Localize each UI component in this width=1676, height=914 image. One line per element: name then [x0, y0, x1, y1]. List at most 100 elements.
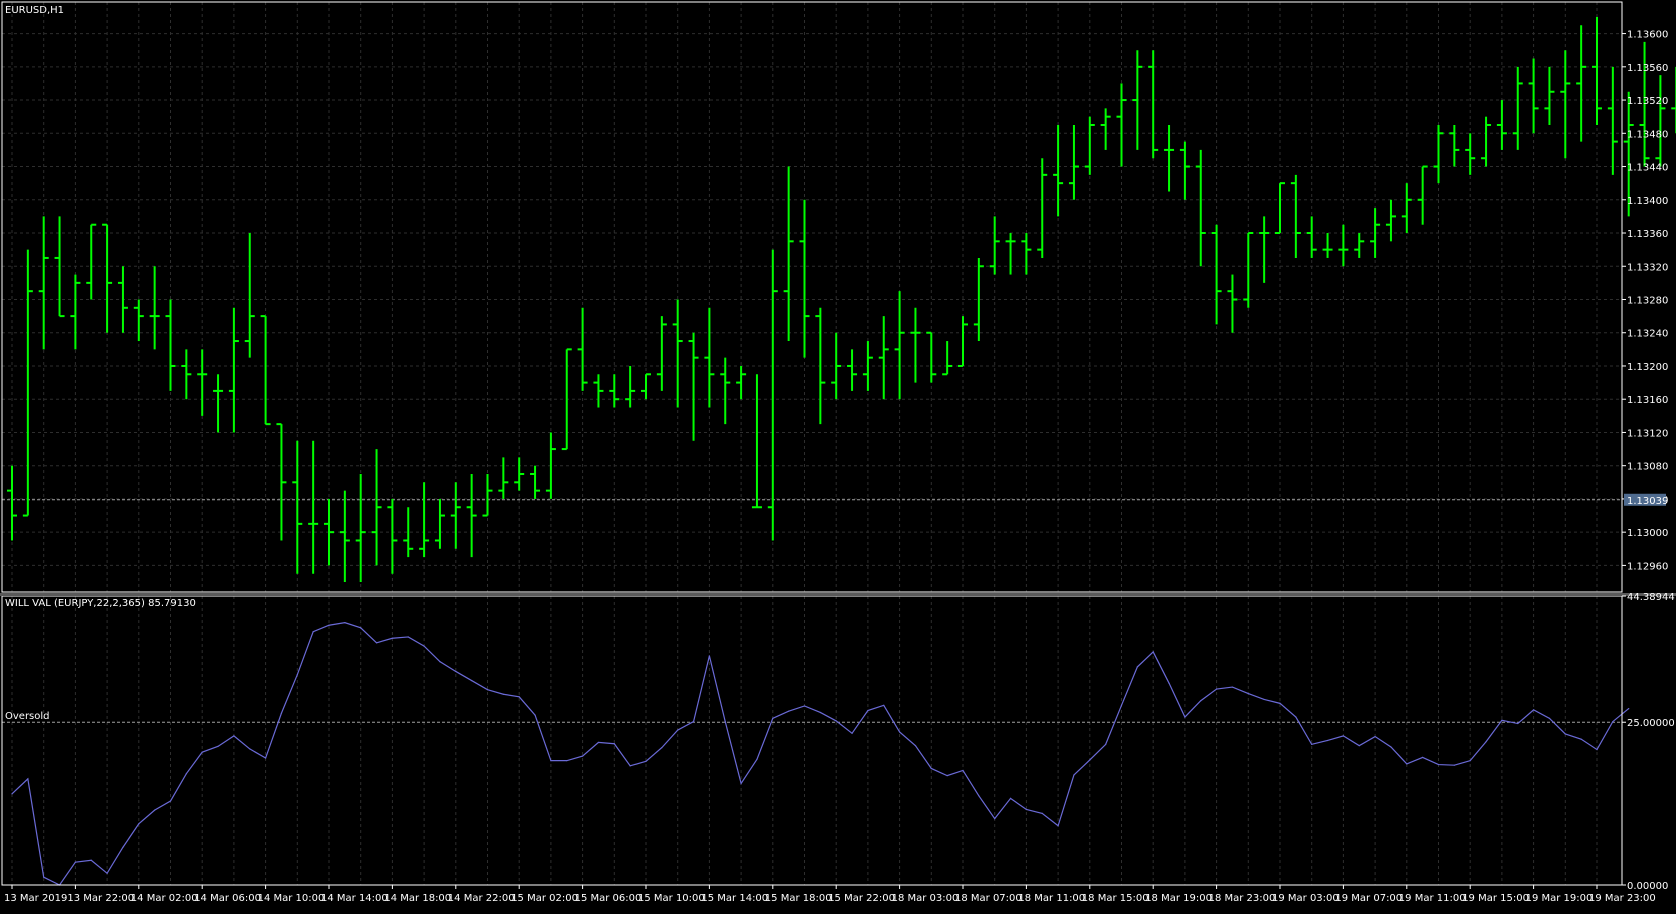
- indicator-point: [1437, 763, 1440, 766]
- indicator-point: [788, 710, 790, 712]
- mt4-chart-window[interactable]: 1.129601.130001.130401.130801.131201.131…: [0, 0, 1676, 910]
- current-price-label: 1.13039: [1627, 496, 1668, 507]
- indicator-axis-label: 0.00000: [1627, 881, 1668, 892]
- price-axis-label: 1.13400: [1627, 196, 1668, 207]
- time-axis-label: 15 Mar 06:00: [575, 893, 642, 904]
- indicator-point: [439, 661, 441, 663]
- time-axis-label: 14 Mar 10:00: [258, 893, 325, 904]
- indicator-point: [1025, 808, 1027, 811]
- indicator-point: [1485, 741, 1487, 743]
- indicator-point: [249, 748, 251, 750]
- indicator-point: [1390, 746, 1392, 748]
- time-axis-label: 19 Mar 15:00: [1462, 893, 1529, 904]
- indicator-point: [1136, 666, 1138, 668]
- indicator-point: [455, 670, 457, 673]
- price-axis-label: 1.13240: [1627, 329, 1668, 340]
- indicator-point: [1469, 760, 1471, 762]
- price-axis-label: 1.13360: [1627, 229, 1668, 240]
- indicator-point: [946, 775, 948, 777]
- indicator-point: [534, 714, 536, 716]
- indicator-point: [1533, 709, 1535, 711]
- time-axis-label: 14 Mar 18:00: [384, 893, 451, 904]
- time-axis-label: 18 Mar 15:00: [1082, 893, 1149, 904]
- indicator-point: [1120, 704, 1123, 706]
- indicator-point: [677, 729, 679, 731]
- time-axis-label: 13 Mar 22:00: [67, 893, 134, 904]
- indicator-point: [1184, 716, 1186, 718]
- indicator-point: [1358, 745, 1360, 747]
- indicator-point: [312, 631, 314, 633]
- time-axis-label: 15 Mar 22:00: [828, 893, 895, 904]
- indicator-point: [613, 743, 615, 745]
- price-axis-label: 1.13560: [1627, 63, 1668, 74]
- time-axis-label: 19 Mar 19:00: [1526, 893, 1593, 904]
- time-axis-label: 15 Mar 10:00: [638, 893, 705, 904]
- indicator-point: [391, 637, 393, 639]
- indicator-point: [217, 745, 219, 747]
- indicator-point: [1200, 700, 1202, 702]
- indicator-point: [1041, 812, 1043, 814]
- time-axis-label: 15 Mar 18:00: [765, 893, 832, 904]
- price-axis-label: 1.13080: [1627, 462, 1668, 473]
- indicator-point: [122, 846, 124, 848]
- indicator-point: [1501, 719, 1503, 721]
- indicator-point: [1073, 774, 1075, 776]
- indicator-point: [1374, 735, 1376, 738]
- chart-background: [0, 0, 1676, 910]
- indicator-point: [851, 732, 853, 734]
- indicator-axis-label: 44.38944: [1627, 592, 1675, 603]
- indicator-point: [423, 645, 425, 647]
- indicator-point: [1009, 797, 1012, 800]
- time-axis-label: 14 Mar 02:00: [131, 893, 198, 904]
- indicator-point: [1152, 651, 1154, 653]
- panel-separator: [0, 593, 1676, 596]
- chart-canvas[interactable]: 1.129601.130001.130401.130801.131201.131…: [0, 0, 1676, 910]
- indicator-point: [106, 872, 108, 874]
- indicator-point: [233, 735, 235, 737]
- price-axis-label: 1.13440: [1627, 163, 1668, 174]
- indicator-point: [1628, 707, 1630, 710]
- indicator-point: [772, 717, 774, 719]
- price-axis-label: 1.13480: [1627, 129, 1668, 140]
- indicator-point: [582, 755, 584, 757]
- time-axis-label: 19 Mar 03:00: [1272, 893, 1339, 904]
- price-axis-label: 1.13320: [1627, 262, 1668, 273]
- indicator-point: [138, 823, 140, 825]
- indicator-point: [185, 773, 187, 775]
- indicator-point: [1612, 720, 1614, 723]
- indicator-point: [914, 745, 917, 747]
- time-axis-label: 15 Mar 14:00: [701, 893, 768, 904]
- price-axis-label: 1.13000: [1627, 528, 1668, 539]
- time-axis-label: 18 Mar 23:00: [1209, 893, 1276, 904]
- indicator-point: [708, 655, 711, 657]
- indicator-point: [1342, 735, 1344, 737]
- price-axis-label: 1.13120: [1627, 428, 1668, 439]
- time-axis-label: 19 Mar 07:00: [1335, 893, 1402, 904]
- indicator-point: [1279, 702, 1281, 704]
- time-axis-label: 13 Mar 2019: [4, 893, 67, 904]
- indicator-point: [27, 778, 29, 780]
- indicator-point: [1216, 688, 1218, 690]
- indicator-point: [1311, 743, 1313, 745]
- indicator-point: [819, 711, 821, 714]
- indicator-point: [1263, 698, 1265, 701]
- indicator-point: [883, 704, 885, 706]
- indicator-point: [1168, 682, 1170, 684]
- indicator-point: [1105, 743, 1107, 745]
- indicator-panel-title: WILL VAL (EURJPY,22,2,365) 85.79130: [5, 598, 196, 609]
- time-axis-label: 18 Mar 03:00: [892, 893, 959, 904]
- time-axis-label: 18 Mar 07:00: [955, 893, 1022, 904]
- indicator-point: [692, 720, 695, 723]
- indicator-point: [1089, 759, 1091, 761]
- time-axis-label: 19 Mar 11:00: [1399, 893, 1466, 904]
- indicator-point: [1057, 825, 1059, 827]
- time-axis-label: 18 Mar 11:00: [1018, 893, 1085, 904]
- indicator-point: [360, 627, 362, 629]
- indicator-point: [803, 705, 806, 707]
- price-axis-label: 1.13520: [1627, 96, 1668, 107]
- indicator-point: [1548, 717, 1551, 719]
- indicator-axis-label: 25.00000: [1627, 718, 1675, 729]
- indicator-point: [661, 747, 663, 749]
- indicator-point: [407, 636, 409, 638]
- indicator-point: [201, 751, 203, 753]
